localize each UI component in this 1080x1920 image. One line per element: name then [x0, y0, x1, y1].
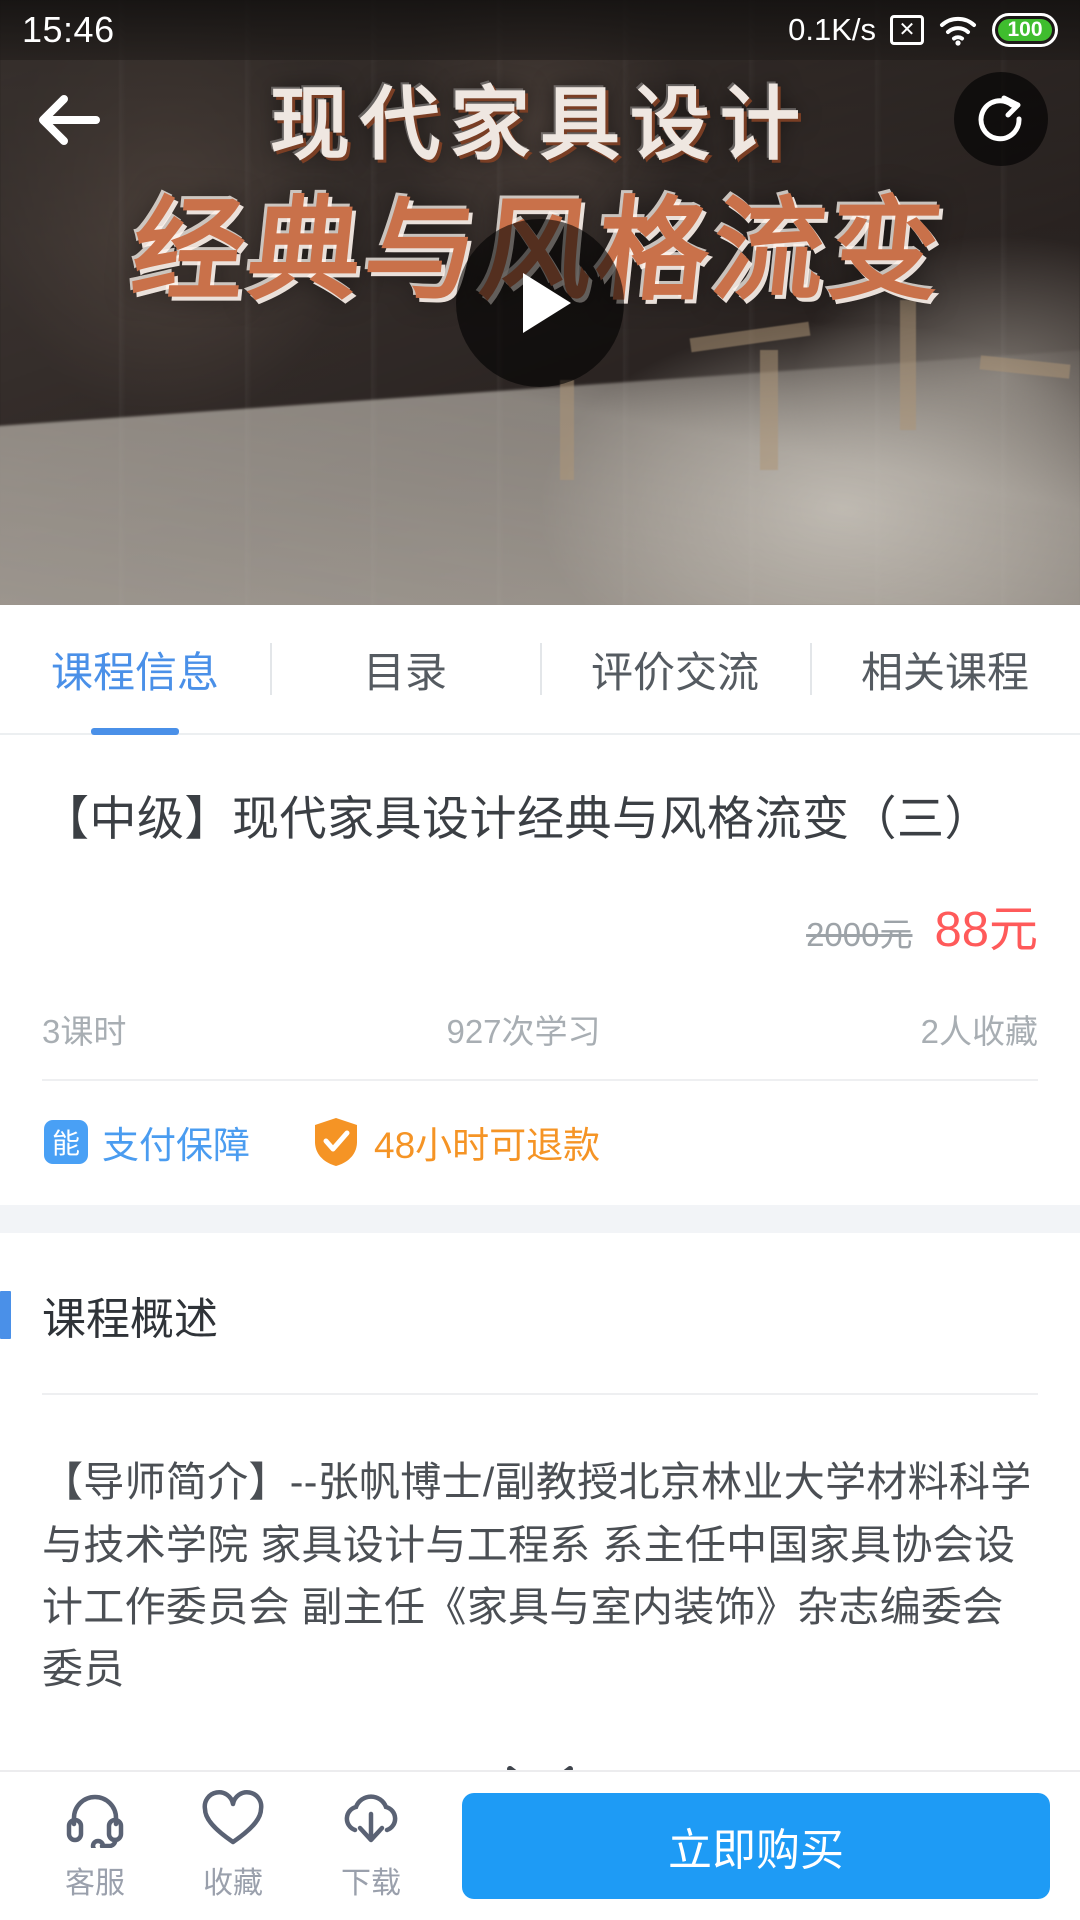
tab-label: 相关课程	[860, 648, 1029, 696]
overview-description: 【导师简介】--张帆博士/副教授北京林业大学材料科学与技术学院 家具设计与工程系…	[42, 1459, 1032, 1693]
section-gap-band	[0, 1205, 1080, 1234]
original-price: 2000元	[806, 916, 913, 954]
tab-label: 课程信息	[50, 648, 219, 696]
study-count: 927次学习	[446, 1013, 601, 1051]
play-button[interactable]	[456, 218, 624, 387]
battery-icon: 100	[992, 13, 1058, 47]
cloud-download-icon	[344, 1794, 398, 1843]
course-title: 【中级】现代家具设计经典与风格流变（三）	[42, 792, 992, 845]
status-time: 15:46	[22, 9, 115, 50]
shield-check-icon	[315, 1118, 357, 1167]
course-video-hero[interactable]: 现代家具设计 经典与风格流变	[0, 0, 1080, 605]
wifi-icon	[940, 16, 976, 46]
current-price: 88元	[934, 903, 1038, 958]
favorite-button[interactable]: 收藏	[164, 1771, 302, 1920]
back-button[interactable]	[30, 85, 108, 155]
course-tabs: 课程信息 目录 评价交流 相关课程	[0, 605, 1080, 735]
section-accent-bar	[0, 1291, 11, 1340]
payment-shield-icon: 能	[44, 1120, 88, 1165]
status-indicators: 0.1K/s ✕ 100	[788, 12, 1058, 48]
tab-active-underline	[91, 728, 179, 735]
refund-assurance[interactable]: 48小时可退款	[312, 1115, 600, 1169]
payment-assurance[interactable]: 能 支付保障	[44, 1115, 250, 1169]
sim-off-icon: ✕	[890, 15, 924, 45]
back-arrow-icon	[39, 95, 100, 145]
buy-now-label: 立即购买	[668, 1826, 844, 1875]
bottom-item-label: 收藏	[203, 1867, 263, 1900]
battery-level-label: 100	[998, 18, 1052, 41]
tab-reviews[interactable]: 评价交流	[540, 605, 810, 733]
lesson-count: 3课时	[42, 1013, 127, 1051]
course-info-block: 【中级】现代家具设计经典与风格流变（三） 2000元 88元 3课时 927次学…	[0, 735, 1080, 1206]
customer-service-button[interactable]: 客服	[26, 1771, 164, 1920]
share-button[interactable]	[954, 72, 1048, 166]
course-meta-row: 3课时 927次学习 2人收藏	[42, 961, 1038, 1082]
assurance-row: 能 支付保障 48小时可退款	[42, 1081, 1038, 1205]
tab-course-info[interactable]: 课程信息	[0, 605, 270, 735]
buy-now-button[interactable]: 立即购买	[462, 1793, 1050, 1899]
favorite-count: 2人收藏	[920, 1013, 1038, 1051]
course-overview-section: 课程概述 【导师简介】--张帆博士/副教授北京林业大学材料科学与技术学院 家具设…	[0, 1233, 1080, 1843]
status-bar: 15:46 0.1K/s ✕ 100	[0, 0, 1080, 60]
bottom-action-bar: 客服 收藏 下载 立即购买	[0, 1770, 1080, 1920]
tab-related-courses[interactable]: 相关课程	[810, 605, 1080, 733]
bottom-item-label: 客服	[65, 1867, 125, 1900]
headset-icon	[66, 1794, 124, 1848]
play-icon	[523, 272, 571, 333]
tab-label: 目录	[362, 648, 447, 696]
tab-catalog[interactable]: 目录	[270, 605, 540, 733]
refund-label: 48小时可退款	[374, 1125, 601, 1167]
download-button[interactable]: 下载	[302, 1771, 440, 1920]
network-speed-label: 0.1K/s	[788, 12, 876, 47]
bottom-item-label: 下载	[341, 1867, 401, 1900]
overview-header: 课程概述	[0, 1233, 1038, 1393]
overview-title: 课程概述	[42, 1295, 218, 1345]
price-row: 2000元 88元	[42, 850, 1038, 961]
heart-icon	[202, 1790, 264, 1845]
tab-label: 评价交流	[590, 648, 759, 696]
hero-title-primary: 现代家具设计	[270, 77, 810, 171]
share-refresh-icon	[978, 95, 1022, 142]
course-detail-screen: 现代家具设计 经典与风格流变 15:46 0.1K/s ✕	[0, 0, 1080, 1920]
payment-assurance-label: 支付保障	[102, 1125, 250, 1167]
